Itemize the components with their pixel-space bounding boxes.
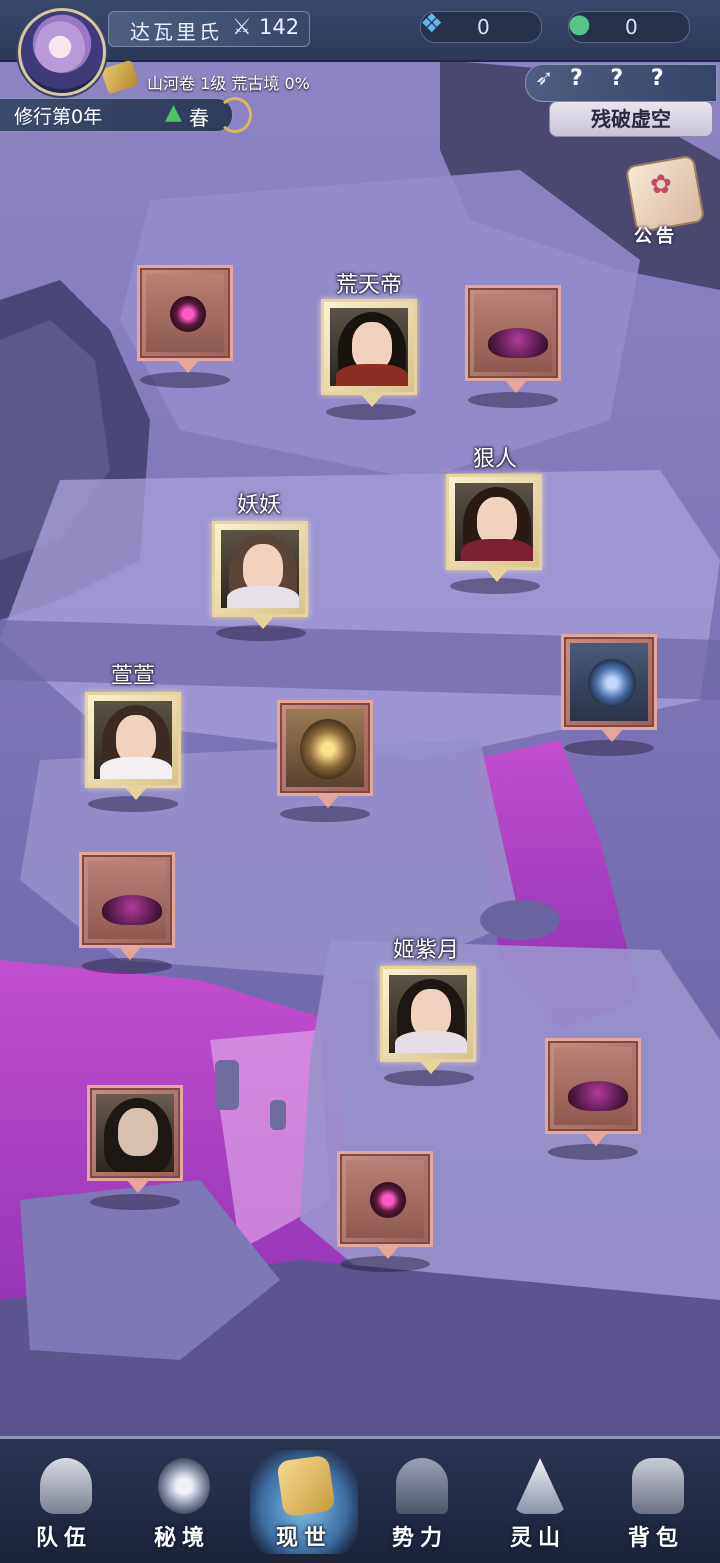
location-unknown: ? ? ? <box>570 66 674 91</box>
monster-node[interactable] <box>137 265 233 373</box>
jade-icon: ● <box>568 9 591 39</box>
npc-name: 姬紫月 <box>392 938 459 963</box>
mountain-icon <box>514 1458 566 1514</box>
node-shadow <box>90 1194 180 1210</box>
npc-node[interactable] <box>212 521 308 629</box>
vortex-icon <box>158 1458 210 1514</box>
nav-label: 现世 <box>275 1526 332 1551</box>
player-name: 达瓦里氏 <box>130 20 222 44</box>
monster-sprite <box>300 719 356 779</box>
monster-node[interactable] <box>277 700 373 808</box>
npc-name: 妖妖 <box>236 493 281 518</box>
node-shadow <box>280 806 370 822</box>
location-name-button[interactable]: 残破虚空 <box>549 101 713 137</box>
npc-name: 萱萱 <box>110 664 155 689</box>
nav-label: 秘境 <box>153 1526 210 1551</box>
nav-spirit-mountain[interactable]: 灵山 <box>484 1450 592 1554</box>
node-shadow <box>564 740 654 756</box>
helmet-icon <box>40 1458 92 1514</box>
tree-icon: ▲ <box>165 100 182 125</box>
monster-node[interactable] <box>79 852 175 960</box>
node-shadow <box>548 1144 638 1160</box>
volume-info: 山河卷 1级 荒古境 0% <box>147 74 310 93</box>
notice-icon: ✿ <box>650 170 672 200</box>
monster-node[interactable] <box>561 634 657 742</box>
nav-label: 队伍 <box>35 1526 92 1551</box>
monster-node[interactable] <box>87 1085 183 1193</box>
player-avatar[interactable] <box>18 8 106 96</box>
nav-secret-realm[interactable]: 秘境 <box>128 1450 236 1554</box>
npc-node[interactable] <box>380 966 476 1074</box>
avatar-portrait <box>35 19 85 81</box>
cultivation-year: 修行第0年 <box>14 106 103 128</box>
crystal-value: 0 <box>477 15 490 39</box>
monster-sprite <box>568 1081 628 1111</box>
npc-name: 狠人 <box>472 447 517 472</box>
nav-team[interactable]: 队伍 <box>10 1450 118 1554</box>
npc-portrait <box>389 975 467 1053</box>
nav-label: 背包 <box>627 1526 684 1551</box>
npc-node[interactable] <box>85 692 181 800</box>
monster-sprite <box>170 296 206 332</box>
nav-faction[interactable]: 势力 <box>366 1450 474 1554</box>
node-shadow <box>82 958 172 974</box>
npc-name: 荒天帝 <box>335 273 402 298</box>
monster-sprite <box>588 659 636 707</box>
nav-backpack[interactable]: 背包 <box>602 1450 710 1554</box>
power-value: 142 <box>259 15 300 39</box>
pagoda-icon <box>396 1458 448 1514</box>
nav-present-world[interactable]: 现世 <box>250 1450 358 1554</box>
nav-label: 灵山 <box>509 1526 566 1551</box>
npc-portrait <box>221 530 299 608</box>
npc-portrait <box>330 308 408 386</box>
npc-node[interactable] <box>446 474 542 582</box>
monster-sprite <box>370 1182 406 1218</box>
node-shadow <box>468 392 558 408</box>
node-shadow <box>140 372 230 388</box>
power-icon: ⚔ <box>232 15 252 40</box>
nav-label: 势力 <box>391 1526 448 1551</box>
jade-value: 0 <box>625 15 638 39</box>
monster-node[interactable] <box>337 1151 433 1259</box>
npc-portrait <box>455 483 533 561</box>
monster-sprite <box>102 895 162 925</box>
npc-portrait <box>94 701 172 779</box>
season-label: 春 <box>189 106 209 130</box>
monster-node[interactable] <box>545 1038 641 1146</box>
crystal-icon: ❖ <box>420 9 444 39</box>
spiral-ornament-icon <box>218 97 252 133</box>
npc-node[interactable] <box>321 299 417 407</box>
monster-sprite <box>488 328 548 358</box>
compass-arrow-icon: ➶ <box>535 66 554 91</box>
monster-node[interactable] <box>465 285 561 393</box>
notice-label: 公告 <box>634 226 678 247</box>
backpack-icon <box>632 1458 684 1514</box>
map-scroll-icon <box>276 1454 336 1518</box>
